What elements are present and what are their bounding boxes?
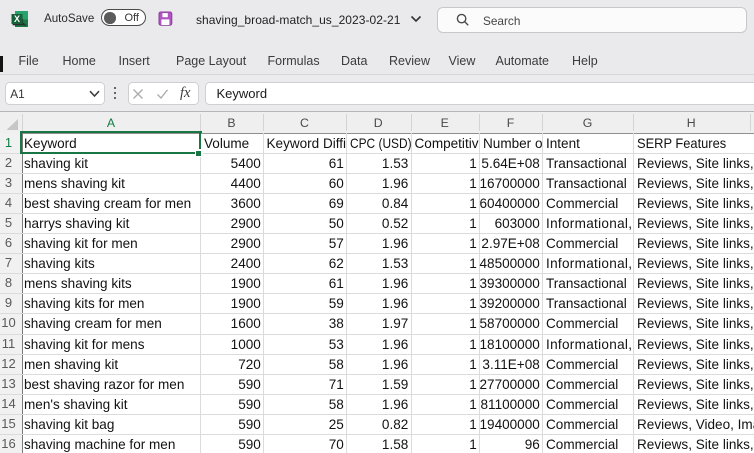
svg-text:X: X — [14, 14, 20, 24]
